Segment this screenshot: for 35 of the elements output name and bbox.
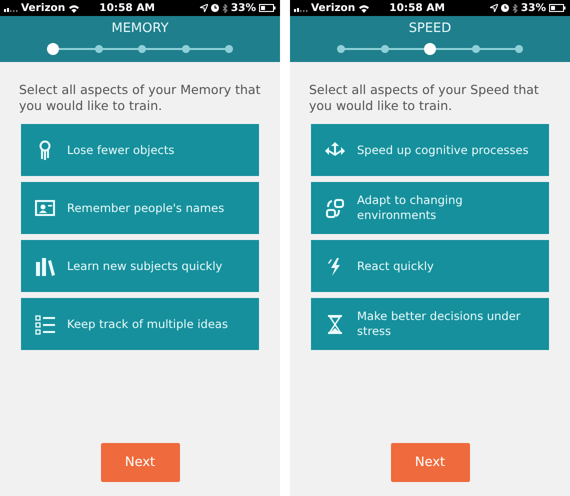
battery-percent: 33%	[230, 2, 256, 14]
status-time: 10:58 AM	[389, 2, 445, 14]
swap-icon	[325, 198, 345, 218]
prompt-text: Select all aspects of your Speed that you would like to train.	[309, 82, 540, 114]
carrier-name: Verizon	[311, 2, 356, 14]
list-icon	[35, 314, 55, 334]
carrier-name: Verizon	[21, 2, 66, 14]
option-button[interactable]: Keep track of multiple ideas	[21, 298, 259, 350]
option-button[interactable]: Learn new subjects quickly	[21, 240, 259, 292]
clock-icon	[500, 4, 509, 12]
location-icon	[490, 4, 498, 12]
battery-icon	[549, 4, 566, 12]
option-button[interactable]: Make better decisions under stress	[311, 298, 549, 350]
option-button[interactable]: Speed up cognitive processes	[311, 124, 549, 176]
id-card-icon	[35, 198, 55, 218]
clock-icon	[210, 4, 219, 12]
option-button[interactable]: Lose fewer objects	[21, 124, 259, 176]
battery-icon	[259, 4, 276, 12]
screen-title: SPEED	[408, 21, 452, 37]
status-time: 10:58 AM	[99, 2, 155, 14]
option-button[interactable]: Adapt to changing environments	[311, 182, 549, 234]
next-button[interactable]: Next	[100, 443, 180, 482]
screen-title: MEMORY	[111, 21, 169, 37]
prompt-text: Select all aspects of your Memory that you would like to train.	[19, 82, 262, 114]
hourglass-icon	[325, 314, 345, 334]
option-button[interactable]: Remember people's names	[21, 182, 259, 234]
battery-percent: 33%	[520, 2, 546, 14]
wifi-icon	[358, 4, 370, 12]
location-icon	[200, 4, 208, 12]
bluetooth-icon	[512, 4, 518, 12]
option-button[interactable]: React quickly	[311, 240, 549, 292]
books-icon	[35, 256, 55, 276]
next-button[interactable]: Next	[390, 443, 470, 482]
wifi-icon	[68, 4, 80, 12]
bluetooth-icon	[222, 4, 228, 12]
